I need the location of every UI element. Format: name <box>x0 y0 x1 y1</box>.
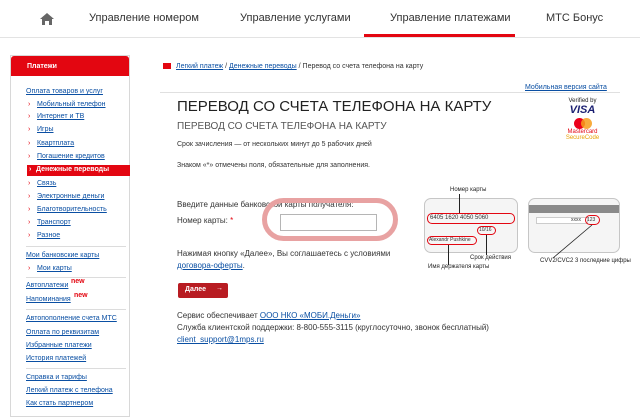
sidebar-link-partner[interactable]: Как стать партнером <box>26 400 93 407</box>
required-note: Знаком «*» отмечены поля, обязательные д… <box>177 162 370 169</box>
mobile-version-link[interactable]: Мобильная версия сайта <box>525 84 607 91</box>
next-button[interactable]: Далее → <box>178 283 228 298</box>
expiry-example: 10/16 <box>479 227 492 233</box>
chevron-right-icon: › <box>29 166 32 173</box>
tab-number-management[interactable]: Управление номером <box>89 12 199 24</box>
chevron-right-icon: › <box>28 101 31 108</box>
breadcrumb-transfers[interactable]: Денежные переводы <box>229 63 297 70</box>
sidebar-link-autopay[interactable]: Автоплатежи <box>26 282 68 289</box>
breadcrumb: Легкий платеж / Денежные переводы / Пере… <box>163 63 423 70</box>
chevron-right-icon: › <box>28 113 31 120</box>
breadcrumb-easy-pay[interactable]: Легкий платеж <box>176 63 223 70</box>
sidebar-link-easy-pay-phone[interactable]: Легкий платеж с телефона <box>26 387 113 394</box>
card-number-example: 6405 1620 4050 5060 <box>430 215 489 221</box>
sidebar-link-help[interactable]: Справка и тарифы <box>26 374 87 381</box>
chevron-right-icon: › <box>28 126 31 133</box>
new-badge: new <box>71 278 85 285</box>
security-logos: Verified by VISA Mastercard SecureCode <box>555 98 610 141</box>
page-title: ПЕРЕВОД СО СЧЕТА ТЕЛЕФОНА НА КАРТУ <box>177 98 492 115</box>
tab-services-management[interactable]: Управление услугами <box>240 12 351 24</box>
provider-link[interactable]: ООО НКО «МОБИ.Деньги» <box>260 311 361 320</box>
chevron-right-icon: › <box>28 180 31 187</box>
breadcrumb-separator: / <box>225 63 228 70</box>
cvv-caption: CVV2/CVC2 3 последние цифры <box>540 258 631 264</box>
securecode-text: SecureCode <box>565 135 600 141</box>
transfer-term-text: Срок зачисления — от нескольких минут до… <box>177 141 372 148</box>
active-tab-indicator <box>364 34 515 37</box>
agreement-text: Нажимая кнопку «Далее», Вы соглашаетесь … <box>177 249 391 270</box>
magnetic-stripe <box>529 205 619 213</box>
service-info: Сервис обеспечивает ООО НКО «МОБИ.Деньги… <box>177 311 489 344</box>
divider <box>26 309 126 310</box>
expiry-caption: Срок действия <box>470 255 512 261</box>
sidebar-link-reminders[interactable]: Напоминания <box>26 296 71 303</box>
new-badge: new <box>74 292 88 299</box>
chevron-right-icon: › <box>28 153 31 160</box>
card-number-input[interactable] <box>280 214 377 231</box>
sidebar-link-bank-cards[interactable]: Мои банковские карты <box>26 252 99 259</box>
sidebar: Платежи Оплата товаров и услуг › Мобильны… <box>10 55 130 417</box>
flag-icon <box>163 63 171 70</box>
sidebar-item-other[interactable]: › Разное <box>28 232 60 239</box>
sidebar-item-transport[interactable]: › Транспорт <box>28 219 71 226</box>
sidebar-item-e-money[interactable]: › Электронные деньги <box>28 193 104 200</box>
top-navigation: Управление номером Управление услугами У… <box>0 0 640 38</box>
page-subtitle: ПЕРЕВОД СО СЧЕТА ТЕЛЕФОНА НА КАРТУ <box>177 121 387 132</box>
tab-payments-management[interactable]: Управление платежами <box>390 12 511 24</box>
sidebar-item-games[interactable]: › Игры <box>28 126 54 133</box>
sidebar-item-charity[interactable]: › Благотворительность <box>28 206 107 213</box>
cvv-pointer-line <box>552 224 593 259</box>
breadcrumb-current: Перевод со счета телефона на карту <box>302 63 424 70</box>
cvv-mask: xxxx <box>571 217 581 223</box>
holder-example: Alexandr Pushkine <box>429 237 471 243</box>
breadcrumb-separator: / <box>298 63 301 70</box>
sidebar-item-rent[interactable]: › Квартплата <box>28 140 74 147</box>
sidebar-link-history[interactable]: История платежей <box>26 355 86 362</box>
chevron-right-icon: › <box>28 206 31 213</box>
home-icon[interactable] <box>38 10 56 28</box>
sidebar-item-internet-tv[interactable]: › Интернет и ТВ <box>28 113 84 120</box>
card-number-caption: Номер карты <box>450 187 487 193</box>
sidebar-item-my-cards[interactable]: › Мои карты <box>28 265 72 272</box>
chevron-right-icon: › <box>28 140 31 147</box>
support-text: Служба клиентской поддержки: 8-800-555-3… <box>177 323 489 332</box>
sidebar-item-mobile[interactable]: › Мобильный телефон <box>28 101 106 108</box>
visa-logo: VISA <box>569 104 596 116</box>
divider <box>160 92 620 93</box>
sidebar-link-autotopup[interactable]: Автопополнение счета МТС <box>26 315 117 322</box>
chevron-right-icon: › <box>28 265 31 272</box>
chevron-right-icon: › <box>28 232 31 239</box>
support-email-link[interactable]: client_support@1mps.ru <box>177 335 264 344</box>
sidebar-link-favorites[interactable]: Избранные платежи <box>26 342 92 349</box>
sidebar-link-goods-services[interactable]: Оплата товаров и услуг <box>26 88 103 95</box>
chevron-right-icon: › <box>28 219 31 226</box>
mastercard-icon <box>573 118 592 129</box>
offer-agreement-link[interactable]: договора-оферты <box>177 261 243 270</box>
sidebar-item-loans[interactable]: › Погашение кредитов <box>28 153 105 160</box>
sidebar-header: Платежи <box>11 56 129 76</box>
sidebar-link-requisites[interactable]: Оплата по реквизитам <box>26 329 99 336</box>
sidebar-item-transfers[interactable]: › Денежные переводы <box>27 165 130 176</box>
sidebar-item-communication[interactable]: › Связь <box>28 180 56 187</box>
divider <box>26 246 126 247</box>
tab-mts-bonus[interactable]: МТС Бонус <box>546 12 603 24</box>
chevron-right-icon: › <box>28 193 31 200</box>
card-number-label: Номер карты: * <box>177 216 234 225</box>
holder-caption: Имя держателя карты <box>428 264 490 270</box>
arrow-right-icon: → <box>216 285 223 292</box>
cvv-example: 123 <box>587 217 596 223</box>
divider <box>26 368 126 369</box>
